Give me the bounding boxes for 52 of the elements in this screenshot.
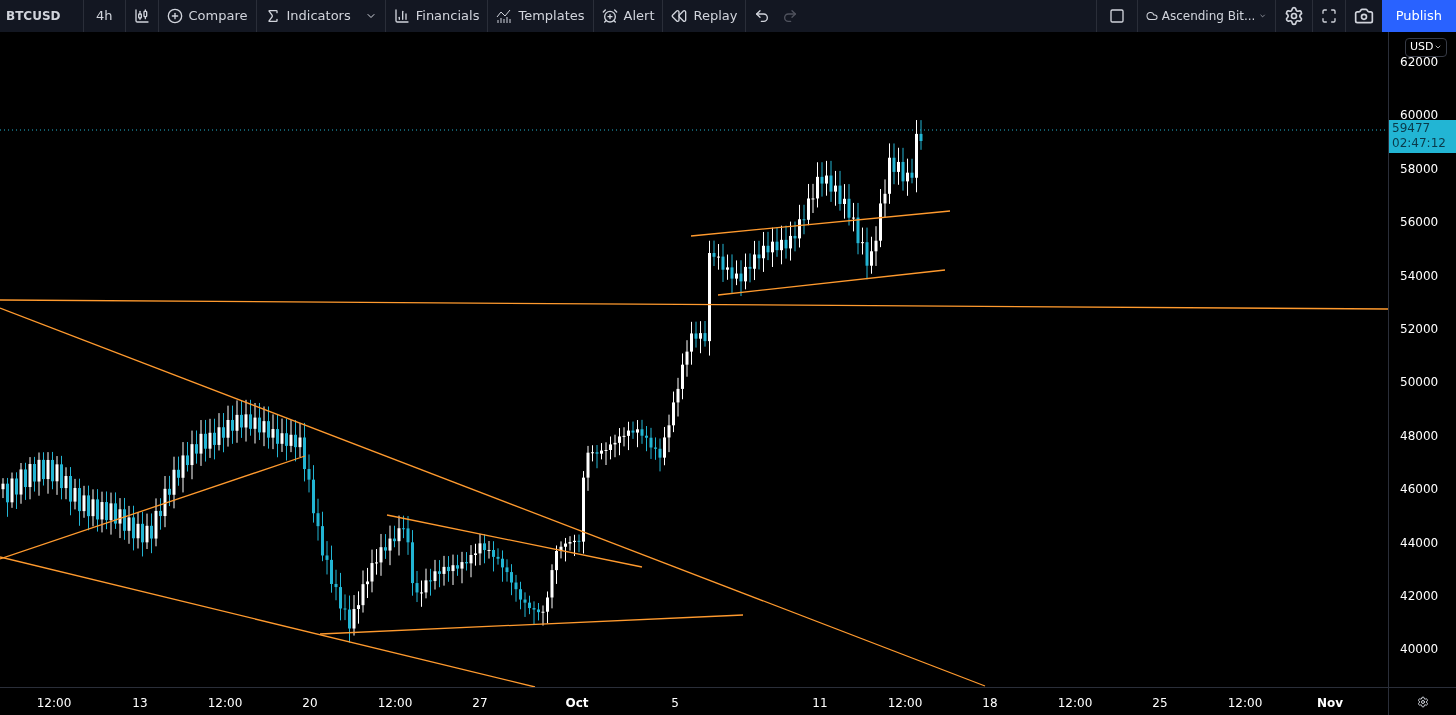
time-tick-label: 12:00: [377, 695, 413, 712]
time-tick-label: 18: [982, 695, 998, 712]
time-tick-label: 25: [1152, 695, 1168, 712]
candles-icon: [133, 8, 150, 24]
time-tick-label: 12:00: [1057, 695, 1093, 712]
settings-icon[interactable]: [1416, 695, 1429, 708]
trend-line[interactable]: [717, 269, 946, 296]
trend-line[interactable]: [0, 556, 536, 687]
trend-line[interactable]: [0, 455, 306, 560]
camera-icon: [1353, 6, 1374, 26]
trend-line[interactable]: [690, 210, 951, 237]
trend-line[interactable]: [0, 307, 986, 687]
time-tick-label: 13: [132, 695, 148, 712]
price-tick-label: 62000: [1400, 54, 1439, 71]
time-tick-label: 27: [472, 695, 488, 712]
alarm-icon: [601, 8, 618, 24]
countdown-timer: 02:47:12: [1392, 136, 1447, 151]
price-tick-label: 60000: [1400, 107, 1439, 123]
price-tick-label: 40000: [1400, 641, 1439, 659]
time-tick-label: Nov: [1316, 695, 1344, 712]
time-tick-label: 5: [671, 695, 679, 712]
price-tick-label: 50000: [1400, 374, 1439, 392]
bar-chart-icon: [393, 8, 410, 24]
time-tick-label: Oct: [565, 695, 589, 712]
price-tick-label: 58000: [1400, 160, 1439, 178]
trend-line[interactable]: [0, 299, 1388, 310]
price-tick-label: 42000: [1400, 588, 1439, 605]
time-tick-label: 11: [812, 695, 828, 712]
price-tick-label: 52000: [1400, 321, 1439, 338]
price-tick-label: 54000: [1400, 267, 1439, 285]
chart-template-icon: [496, 8, 513, 24]
undo-icon: [754, 8, 771, 24]
price-tick-label: 56000: [1400, 214, 1439, 232]
settings-icon: [1283, 6, 1304, 26]
trend-line[interactable]: [386, 514, 643, 568]
time-tick-label: 12:00: [207, 695, 243, 712]
rewind-icon: [671, 8, 688, 24]
trend-line[interactable]: [319, 614, 744, 635]
price-tick-label: 44000: [1400, 534, 1439, 552]
time-tick-label: 12:00: [1227, 695, 1263, 712]
fullscreen-icon: [1320, 8, 1337, 24]
time-tick-label: 20: [302, 695, 318, 712]
price-tick-label: 46000: [1400, 481, 1439, 499]
price-value: 59477: [1392, 121, 1432, 136]
add-icon: [166, 8, 183, 24]
currency-button[interactable]: USD: [1405, 38, 1447, 57]
price-tick-label: 48000: [1400, 427, 1439, 445]
time-tick-label: 12:00: [36, 695, 72, 712]
time-tick-label: 12:00: [887, 695, 923, 712]
square-icon: [1108, 8, 1125, 24]
redo-icon: [782, 8, 799, 24]
publish-button[interactable]: Publish: [1381, 0, 1456, 32]
